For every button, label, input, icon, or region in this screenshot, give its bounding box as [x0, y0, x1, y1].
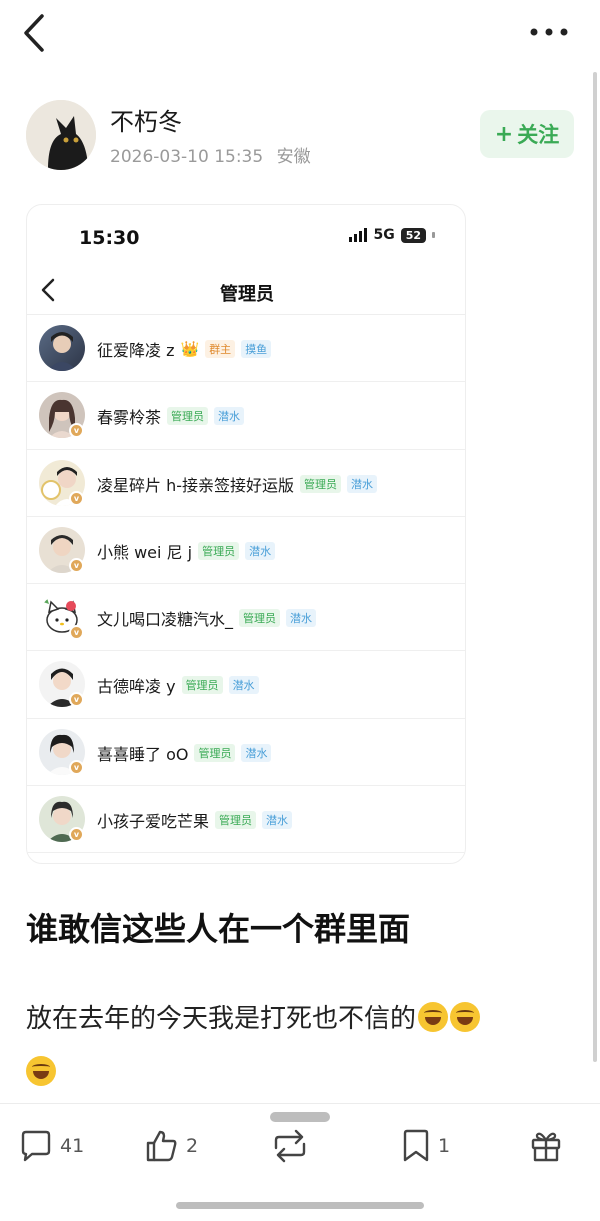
scrollbar[interactable]: [593, 72, 597, 1062]
status-time: 15:30: [79, 227, 140, 249]
bookmark-button[interactable]: 1: [400, 1126, 450, 1166]
repost-icon: [274, 1129, 306, 1163]
author-header: 不朽冬 2026-03-10 15:35 安徽 + 关注: [26, 100, 586, 172]
role-tag: 管理员: [239, 609, 281, 628]
like-button[interactable]: 2: [144, 1126, 198, 1166]
back-icon[interactable]: [18, 12, 58, 54]
follow-button[interactable]: + 关注: [480, 110, 574, 158]
activity-tag: 潜水: [347, 474, 378, 493]
comment-icon: [21, 1130, 51, 1162]
activity-tag: 潜水: [245, 541, 276, 560]
top-bar: [0, 0, 600, 70]
member-name: 喜喜睡了 oO: [97, 744, 189, 764]
member-name: 古德哞凌 y: [97, 677, 176, 697]
activity-tag: 潜水: [228, 676, 259, 695]
member-name: 征爱降凌 z: [97, 341, 175, 360]
list-item: v 古德哞凌 y 管理员 潜水: [27, 651, 465, 719]
list-item: v 小熊 wei 尼 j 管理员 潜水: [27, 517, 465, 585]
post-body-text: 放在去年的今天我是打死也不信的: [26, 1004, 417, 1034]
list-item: v 小孩子爱吃芒果 管理员 潜水: [27, 786, 465, 854]
drag-handle[interactable]: [270, 1112, 330, 1122]
verified-badge-icon: v: [69, 625, 84, 641]
list-item: v 喜喜睡了 oO 管理员 潜水: [27, 719, 465, 787]
status-icons: 5G 52: [349, 227, 435, 243]
bottom-action-bar: 41 2 1: [0, 1103, 600, 1221]
role-tag: 管理员: [198, 541, 240, 560]
inner-nav-bar: 管理员: [27, 265, 465, 315]
battery-icon: 52: [400, 227, 426, 243]
like-count: 2: [186, 1135, 199, 1157]
activity-tag: 潜水: [262, 811, 293, 830]
black-cat-avatar-icon: [26, 100, 96, 170]
post-meta: 2026-03-10 15:35 安徽: [110, 142, 319, 167]
list-item: 征爱降凌 z 👑 群主 摸鱼: [27, 315, 465, 383]
verified-badge-icon: v: [69, 827, 84, 843]
more-icon[interactable]: [528, 22, 570, 42]
repost-button[interactable]: [270, 1126, 310, 1166]
activity-tag: 潜水: [214, 407, 245, 426]
member-name: 文儿喝口凌糖汽水_: [97, 610, 234, 630]
battery-tip: [432, 232, 435, 238]
plus-icon: +: [494, 121, 514, 147]
role-tag: 管理员: [194, 743, 236, 762]
member-name: 凌星碎片 h-接亲签接好运版: [97, 475, 295, 495]
rofl-emoji-icon: [26, 1056, 56, 1086]
role-tag: 管理员: [167, 407, 209, 426]
activity-tag: 摸鱼: [241, 340, 272, 358]
member-name: 小熊 wei 尼 j: [97, 542, 193, 562]
member-name: 春雾柃茶: [97, 408, 162, 428]
role-tag: 管理员: [215, 811, 257, 830]
activity-tag: 潜水: [286, 609, 317, 628]
role-tag: 群主: [205, 340, 236, 358]
verified-badge-icon: v: [69, 557, 84, 573]
comment-count: 41: [60, 1135, 85, 1157]
avatar: [39, 325, 85, 371]
verified-badge-icon: v: [69, 692, 84, 708]
rofl-emoji-icon: [418, 1002, 449, 1032]
bookmark-count: 1: [438, 1135, 451, 1157]
post-body: 放在去年的今天我是打死也不信的: [26, 992, 566, 1100]
post-title: 谁敢信这些人在一个群里面: [26, 910, 411, 948]
verified-badge-icon: v: [69, 423, 84, 439]
role-tag: 管理员: [181, 676, 223, 695]
list-item: v 文儿喝口凌糖汽水_ 管理员 潜水: [27, 584, 465, 652]
bookmark-icon: [403, 1129, 429, 1162]
follow-label: 关注: [517, 123, 560, 147]
role-tag: 管理员: [300, 474, 342, 493]
member-name: 小孩子爱吃芒果: [97, 812, 210, 832]
activity-tag: 潜水: [241, 743, 272, 762]
list-item: v 春雾柃茶 管理员 潜水: [27, 382, 465, 450]
embedded-screenshot[interactable]: 15:30 5G 52 管理员 征爱降凌 z 👑 群主 摸鱼 v 春雾柃茶 管理…: [26, 204, 466, 864]
verified-badge-icon: v: [69, 490, 84, 506]
gift-button[interactable]: [528, 1126, 564, 1166]
post-date: 2026-03-10 15:35: [110, 147, 264, 167]
list-item: v 凌星碎片 h-接亲签接好运版 管理员 潜水: [27, 450, 465, 517]
crown-icon: 👑: [180, 340, 200, 358]
author-name[interactable]: 不朽冬: [110, 102, 182, 137]
network-type: 5G: [373, 227, 395, 243]
post-location: 安徽: [276, 147, 311, 167]
rofl-emoji-icon: [450, 1002, 481, 1032]
member-list: 征爱降凌 z 👑 群主 摸鱼 v 春雾柃茶 管理员 潜水 v 凌星碎片 h-接亲…: [27, 315, 465, 854]
author-avatar[interactable]: [26, 100, 96, 170]
comment-button[interactable]: 41: [18, 1126, 84, 1166]
home-indicator: [176, 1202, 424, 1209]
signal-icon: [349, 228, 368, 242]
gift-icon: [531, 1132, 561, 1162]
verified-badge-icon: v: [69, 759, 84, 775]
thumbs-up-icon: [146, 1130, 177, 1162]
inner-page-title: 管理员: [220, 284, 274, 305]
